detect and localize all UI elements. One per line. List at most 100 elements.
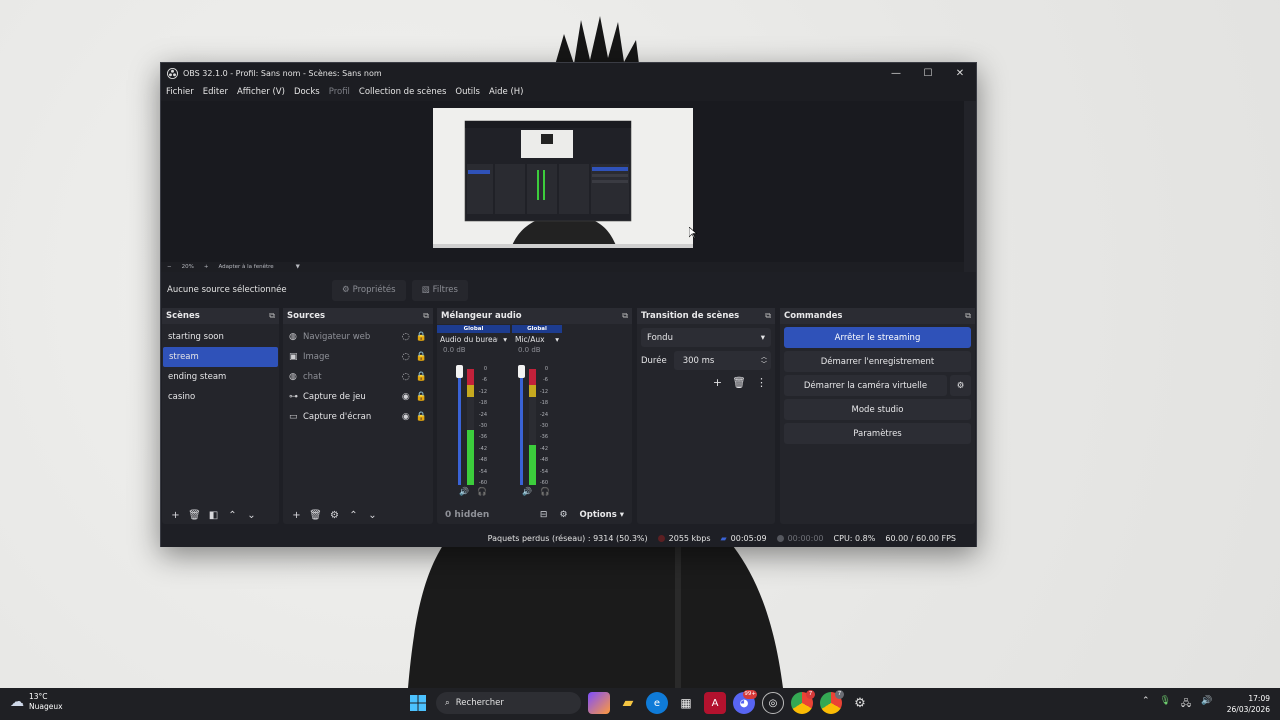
menu-tools[interactable]: Outils <box>455 87 480 97</box>
lock-icon[interactable]: 🔒 <box>416 412 427 422</box>
folder-icon[interactable]: ▰ <box>617 692 639 714</box>
taskbar-clock[interactable]: 17:09 26/03/2026 <box>1227 693 1270 715</box>
preview-area[interactable] <box>161 101 964 262</box>
volume-slider-knob[interactable] <box>456 365 463 378</box>
chrome-profile-icon[interactable]: 7 <box>820 690 844 714</box>
speaker-icon[interactable]: 🔊 <box>459 487 469 496</box>
spin-arrows-icon[interactable]: ︿ ﹀ <box>761 354 767 368</box>
source-item[interactable]: ▭ Capture d'écran ◉ 🔒 <box>283 407 433 427</box>
menu-file[interactable]: Fichier <box>166 87 194 97</box>
store-icon[interactable]: ▦ <box>675 692 697 714</box>
add-scene-icon[interactable]: + <box>166 510 185 521</box>
menu-view[interactable]: Afficher (V) <box>237 87 285 97</box>
add-transition-icon[interactable]: + <box>713 376 722 389</box>
app-a-icon[interactable]: A <box>704 692 726 714</box>
menu-profile[interactable]: Profil <box>329 87 350 97</box>
taskbar-search[interactable]: ⌕ Rechercher <box>436 692 581 714</box>
start-recording-button[interactable]: Démarrer l'enregistrement <box>784 351 971 372</box>
lock-icon[interactable]: 🔒 <box>416 332 427 342</box>
undock-icon[interactable]: ⧉ <box>269 311 275 321</box>
microphone-icon[interactable]: 🎙 <box>1160 696 1171 712</box>
trash-icon[interactable]: 🗑 <box>185 510 204 521</box>
filters-button[interactable]: ▧ Filtres <box>411 279 468 301</box>
menu-scene-collection[interactable]: Collection de scènes <box>359 87 446 97</box>
source-item[interactable]: ◍ chat ◌ 🔒 <box>283 367 433 387</box>
maximize-button[interactable]: ☐ <box>912 63 944 83</box>
chevron-down-icon[interactable]: ⌄ <box>363 510 382 521</box>
eye-icon[interactable]: ◉ <box>402 412 410 422</box>
eye-hidden-icon[interactable]: ◌ <box>402 332 410 342</box>
eye-hidden-icon[interactable]: ◌ <box>402 372 410 382</box>
lock-icon[interactable]: 🔒 <box>416 352 427 362</box>
network-icon[interactable]: 🖧 <box>1181 696 1191 712</box>
duration-spinbox[interactable]: 300 ms ︿ ﹀ <box>673 351 771 370</box>
copilot-icon[interactable] <box>588 692 610 714</box>
chrome-icon[interactable]: 7 <box>791 690 815 714</box>
preview-canvas[interactable] <box>433 108 693 248</box>
bitrate-stat: 2055 kbps <box>657 534 711 543</box>
lock-icon[interactable]: 🔒 <box>416 372 427 382</box>
start-virtual-camera-button[interactable]: Démarrer la caméra virtuelle <box>784 375 947 396</box>
properties-button[interactable]: ⚙ Propriétés <box>332 279 406 301</box>
headphones-icon[interactable]: 🎧 <box>477 487 487 496</box>
transition-select[interactable]: Fondu ▾ <box>641 328 771 347</box>
headphones-icon[interactable]: 🎧 <box>540 487 550 496</box>
channel-name-select[interactable]: Audio du bureau ▾ <box>437 333 510 346</box>
preview-scrollbar[interactable] <box>964 101 976 272</box>
settings-gear-icon[interactable]: ⚙ <box>849 692 871 714</box>
scene-item[interactable]: starting soon <box>162 327 279 347</box>
chevron-down-icon[interactable]: ⌄ <box>242 510 261 521</box>
trash-icon[interactable]: 🗑 <box>306 510 325 521</box>
undock-icon[interactable]: ⧉ <box>765 311 771 321</box>
options-button[interactable]: Options ▾ <box>580 510 624 520</box>
virtual-camera-settings-button[interactable]: ⚙ <box>950 375 971 396</box>
start-button[interactable] <box>407 692 429 714</box>
obs-taskbar-icon[interactable]: ◎ <box>762 692 784 714</box>
scene-filters-icon[interactable]: ◧ <box>204 510 223 521</box>
menu-edit[interactable]: Editer <box>203 87 228 97</box>
mixer-layout-icon[interactable]: ⊟ <box>540 510 548 520</box>
close-button[interactable]: ✕ <box>944 63 976 83</box>
zoom-in-button[interactable]: + <box>204 264 209 270</box>
volume-slider-knob[interactable] <box>518 365 525 378</box>
channel-name-select[interactable]: Mic/Aux ▾ <box>512 333 562 346</box>
undock-icon[interactable]: ⧉ <box>423 311 429 321</box>
studio-mode-button[interactable]: Mode studio <box>784 399 971 420</box>
mixer-advanced-icon[interactable]: ⚙ <box>559 510 567 520</box>
chevron-down-icon[interactable]: ▼ <box>296 264 300 270</box>
discord-icon[interactable]: ◕ 99+ <box>733 690 757 714</box>
lock-icon[interactable]: 🔒 <box>416 392 427 402</box>
hidden-count[interactable]: 0 hidden <box>445 510 489 520</box>
eye-hidden-icon[interactable]: ◌ <box>402 352 410 362</box>
scene-item-selected[interactable]: stream <box>163 347 278 367</box>
eye-icon[interactable]: ◉ <box>402 392 410 402</box>
channel-global-label: Global <box>437 325 510 333</box>
stop-streaming-button[interactable]: Arrêter le streaming <box>784 327 971 348</box>
speaker-icon[interactable]: 🔊 <box>522 487 532 496</box>
trash-icon[interactable]: 🗑 <box>732 376 746 389</box>
scene-item[interactable]: ending steam <box>162 367 279 387</box>
zoom-fit-select[interactable]: Adapter à la fenêtre <box>218 264 273 270</box>
more-vertical-icon[interactable]: ⋮ <box>756 376 767 389</box>
undock-icon[interactable]: ⧉ <box>965 311 971 321</box>
menu-help[interactable]: Aide (H) <box>489 87 524 97</box>
minimize-button[interactable]: — <box>880 63 912 83</box>
volume-icon[interactable]: 🔊 <box>1201 696 1212 712</box>
undock-icon[interactable]: ⧉ <box>622 311 628 321</box>
edge-browser-icon[interactable]: e <box>646 692 668 714</box>
volume-slider-track[interactable] <box>458 367 461 485</box>
gear-icon[interactable]: ⚙ <box>325 510 344 521</box>
add-source-icon[interactable]: + <box>287 510 306 521</box>
scene-item[interactable]: casino <box>162 387 279 407</box>
settings-button[interactable]: Paramètres <box>784 423 971 444</box>
zoom-out-button[interactable]: − <box>167 264 172 270</box>
source-item[interactable]: ▣ Image ◌ 🔒 <box>283 347 433 367</box>
menu-docks[interactable]: Docks <box>294 87 320 97</box>
weather-widget[interactable]: ☁ 13°C Nuageux <box>10 692 63 712</box>
volume-slider-track[interactable] <box>520 367 523 485</box>
source-item[interactable]: ⊶ Capture de jeu ◉ 🔒 <box>283 387 433 407</box>
source-item[interactable]: ◍ Navigateur web ◌ 🔒 <box>283 327 433 347</box>
chevron-up-icon[interactable]: ⌃ <box>344 510 363 521</box>
chevron-up-icon[interactable]: ⌃ <box>1142 696 1150 712</box>
chevron-up-icon[interactable]: ⌃ <box>223 510 242 521</box>
